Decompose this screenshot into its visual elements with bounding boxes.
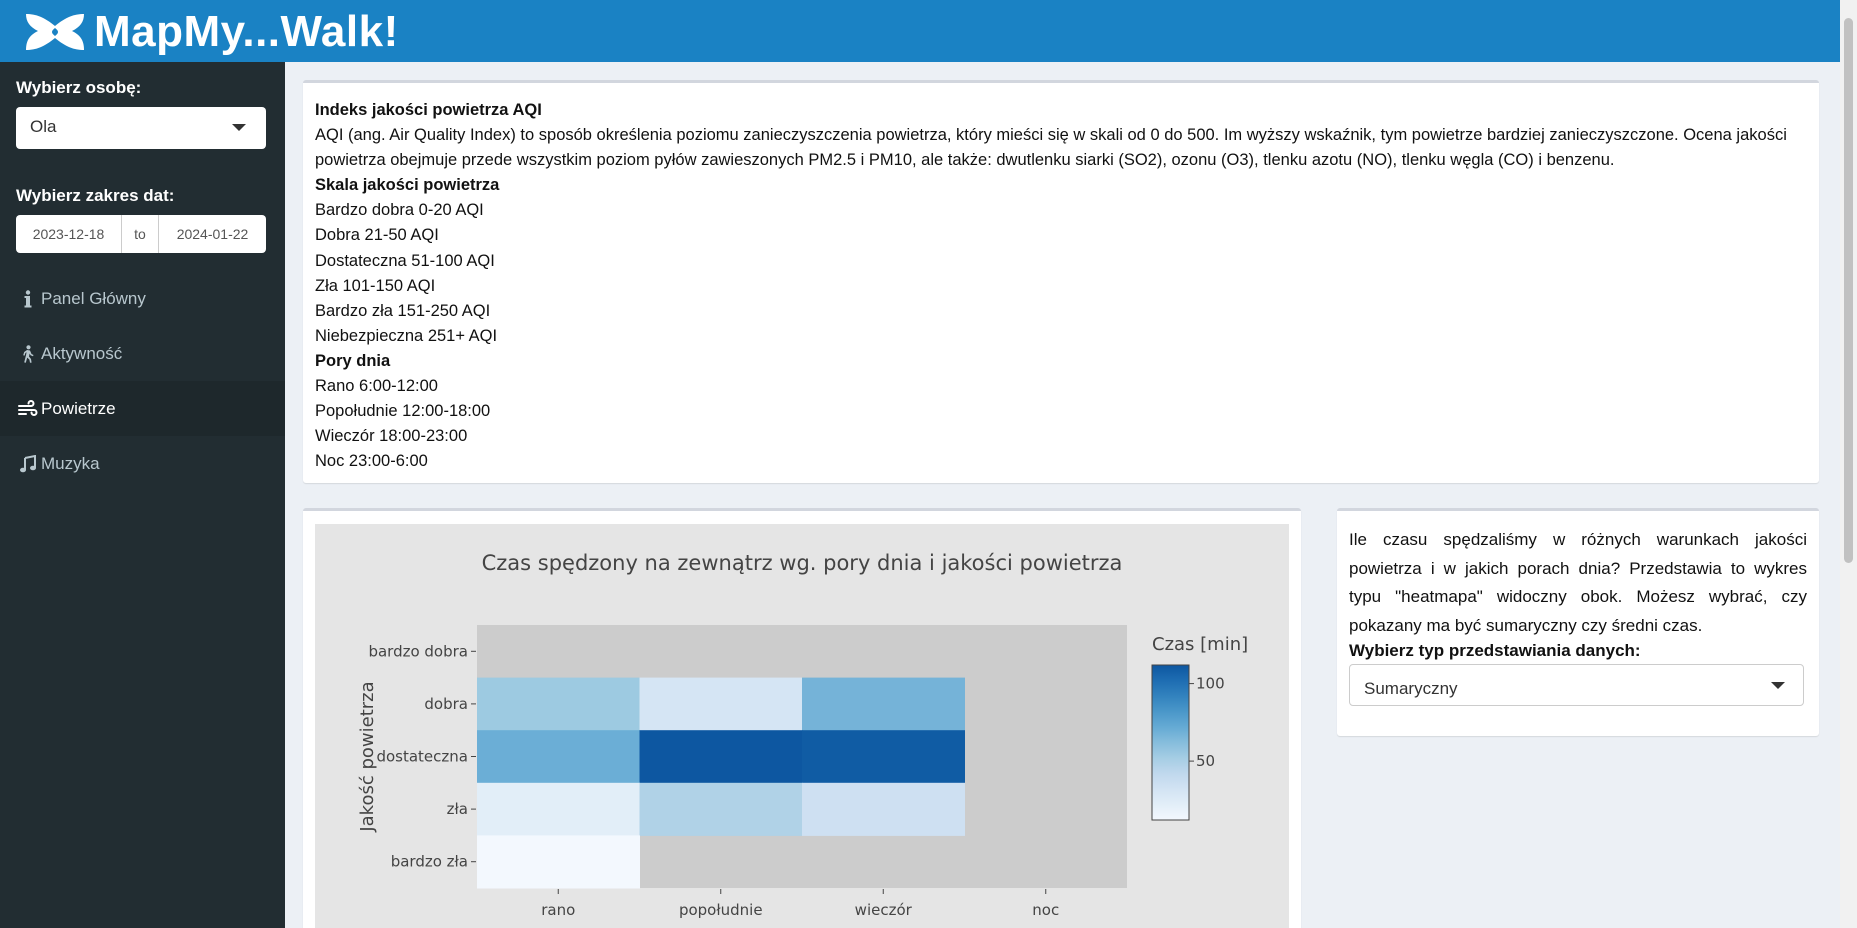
data-type-select[interactable]: Sumaryczny — [1349, 664, 1804, 706]
chevron-down-icon — [232, 124, 246, 131]
y-tick-label: zła — [447, 800, 468, 818]
colorbar-title: Czas [min] — [1152, 634, 1248, 655]
heatmap-box: Czas spędzony na zewnątrz wg. pory dnia … — [303, 508, 1301, 928]
x-tick-label: wieczór — [855, 901, 913, 919]
wind-icon — [18, 399, 38, 419]
person-select[interactable]: Ola — [16, 107, 266, 149]
y-tick-label: bardzo zła — [391, 853, 468, 871]
data-type-select-value: Sumaryczny — [1364, 679, 1458, 698]
heatmap-cell — [477, 730, 640, 784]
heatmap-chart: Czas spędzony na zewnątrz wg. pory dnia … — [315, 524, 1289, 928]
menu-item-label: Muzyka — [41, 453, 100, 473]
data-type-select-label: Wybierz typ przedstawiania danych: — [1349, 641, 1641, 660]
aqi-description: AQI (ang. Air Quality Index) to sposób o… — [315, 126, 1787, 170]
date-range-label: Wybierz zakres dat: — [16, 186, 175, 205]
page-scrollbar[interactable] — [1840, 0, 1857, 928]
heatmap-cell — [477, 782, 640, 836]
y-tick-label: dostateczna — [376, 748, 468, 766]
heatmap-cell — [477, 677, 640, 731]
colorbar — [1151, 664, 1190, 821]
y-axis-label: Jakość powietrza — [357, 681, 378, 832]
x-tick-label: noc — [1032, 901, 1059, 919]
sidebar: Wybierz osobę: Ola Wybierz zakres dat: 2… — [0, 62, 285, 928]
aqi-scale-title: Skala jakości powietrza — [315, 176, 500, 195]
heatmap-cell — [639, 782, 803, 836]
heatmap-cell — [802, 782, 965, 836]
heatmap-cell — [477, 835, 640, 889]
menu-item-panel-glowny[interactable]: Panel Główny — [0, 271, 285, 326]
music-icon — [18, 454, 38, 474]
colorbar-tick-label: 50 — [1196, 752, 1215, 770]
aqi-scale-item: Niebezpieczna 251+ AQI — [315, 326, 498, 345]
aqi-title: Indeks jakości powietrza AQI — [315, 101, 542, 119]
person-select-label: Wybierz osobę: — [16, 78, 142, 97]
heatmap-cell — [639, 730, 803, 784]
heatmap-cell — [802, 677, 965, 731]
heatmap-cell — [802, 730, 965, 784]
date-separator: to — [121, 215, 159, 253]
menu-item-muzyka[interactable]: Muzyka — [0, 436, 285, 491]
x-tick-label: popołudnie — [679, 901, 763, 919]
menu-item-label: Aktywność — [41, 343, 123, 363]
colorbar-tick-label: 100 — [1196, 675, 1225, 693]
chevron-down-icon — [1771, 682, 1785, 689]
person-select-value: Ola — [30, 117, 57, 136]
chart-title: Czas spędzony na zewnątrz wg. pory dnia … — [482, 551, 1123, 575]
date-start-input[interactable]: 2023-12-18 — [16, 215, 121, 253]
aqi-scale-item: Bardzo zła 151-250 AQI — [315, 301, 491, 320]
info-icon — [18, 289, 38, 309]
date-end-input[interactable]: 2024-01-22 — [159, 215, 266, 253]
menu-item-label: Panel Główny — [41, 288, 146, 308]
heatmap-description: Ile czasu spędzaliśmy w różnych warunkac… — [1349, 530, 1807, 635]
y-tick-label: dobra — [424, 695, 468, 713]
heatmap-cell — [639, 677, 803, 731]
heatmap-controls-box: Ile czasu spędzaliśmy w różnych warunkac… — [1337, 508, 1819, 736]
walking-icon — [18, 344, 38, 364]
y-tick-label: bardzo dobra — [368, 642, 468, 660]
time-of-day-item: Rano 6:00-12:00 — [315, 377, 438, 396]
scrollbar-thumb[interactable] — [1844, 18, 1853, 563]
menu-item-aktywnosc[interactable]: Aktywność — [0, 326, 285, 381]
time-of-day-item: Wieczór 18:00-23:00 — [315, 427, 468, 446]
aqi-info-box: Indeks jakości powietrza AQI AQI (ang. A… — [303, 80, 1819, 483]
app-header: MapMy...Walk! — [0, 0, 1857, 62]
under-armour-logo-icon — [26, 14, 84, 50]
aqi-scale-item: Dobra 21-50 AQI — [315, 226, 439, 245]
x-tick-label: rano — [541, 901, 575, 919]
menu-item-powietrze[interactable]: Powietrze — [0, 381, 285, 436]
aqi-scale-item: Bardzo dobra 0-20 AQI — [315, 201, 484, 220]
time-of-day-item: Noc 23:00-6:00 — [315, 452, 428, 471]
date-range-input: 2023-12-18 to 2024-01-22 — [16, 215, 266, 253]
aqi-scale-item: Zła 101-150 AQI — [315, 276, 436, 295]
menu-item-label: Powietrze — [41, 398, 116, 418]
times-of-day-title: Pory dnia — [315, 351, 391, 370]
time-of-day-item: Popołudnie 12:00-18:00 — [315, 402, 491, 421]
app-logo[interactable]: MapMy...Walk! — [22, 10, 399, 54]
aqi-scale-item: Dostateczna 51-100 AQI — [315, 251, 495, 270]
app-title: MapMy...Walk! — [94, 7, 399, 56]
